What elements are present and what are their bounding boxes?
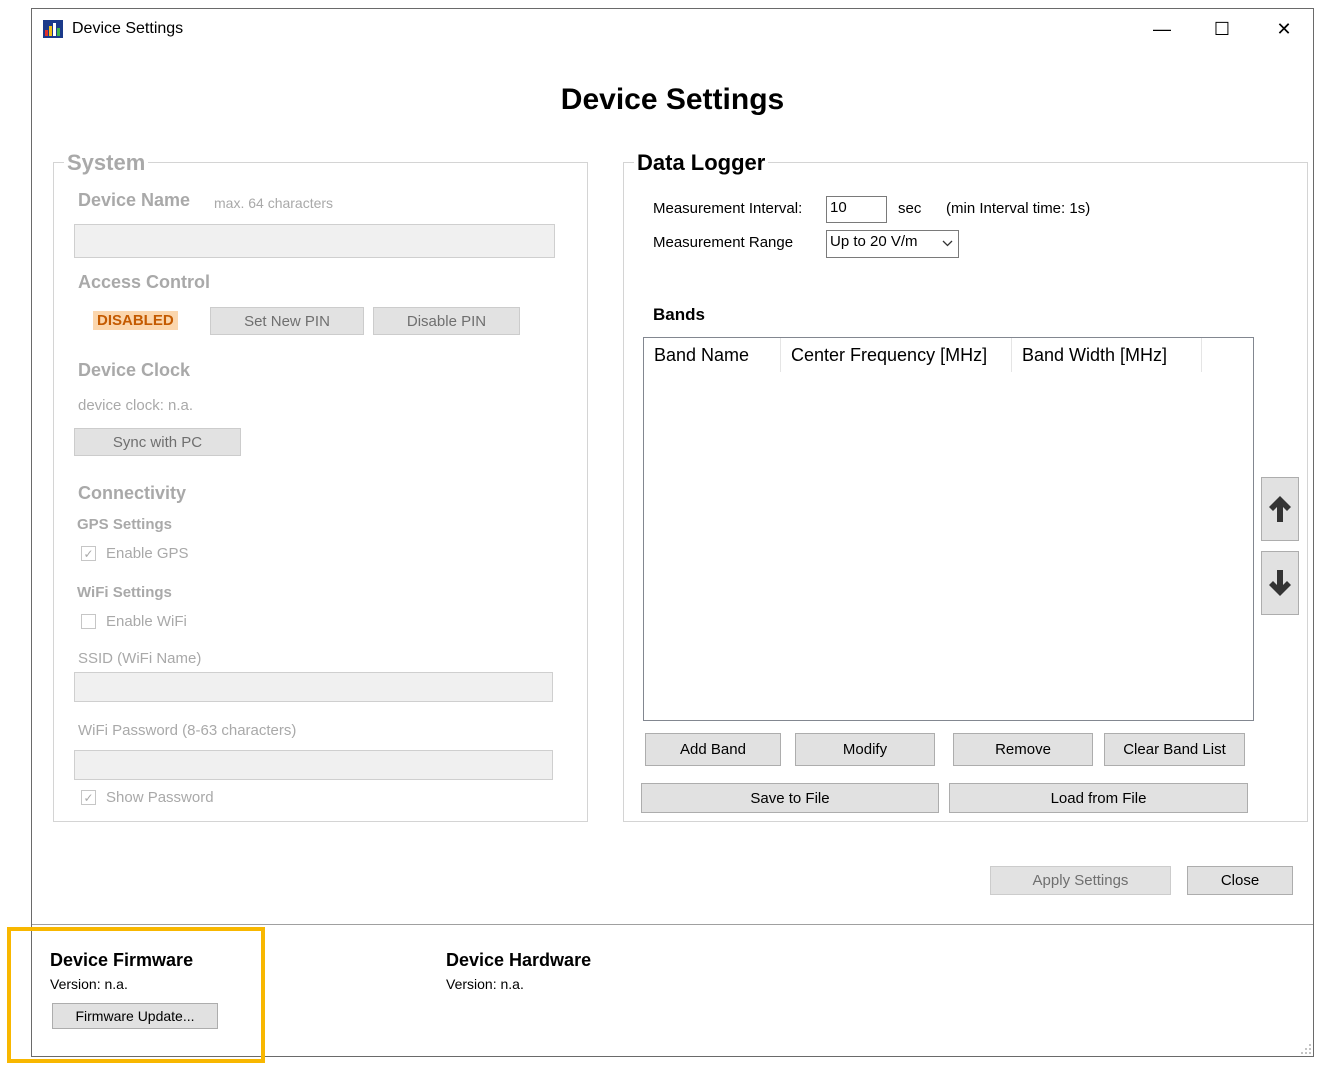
enable-gps-checkbox[interactable]: ✓ [81,546,96,561]
apply-settings-button[interactable]: Apply Settings [990,866,1171,895]
connectivity-label: Connectivity [78,483,187,503]
enable-wifi-checkbox[interactable] [81,614,96,629]
check-icon: ✓ [83,546,94,561]
sync-with-pc-button[interactable]: Sync with PC [74,428,241,456]
device-clock-value: device clock: n.a. [78,397,194,414]
column-header-center-frequency[interactable]: Center Frequency [MHz] [781,338,1012,372]
minimize-button[interactable]: — [1139,13,1185,45]
device-name-input[interactable] [74,224,555,258]
data-logger-legend: Data Logger [634,150,769,176]
firmware-highlight-box [7,927,265,1063]
access-status-badge: DISABLED [93,311,178,330]
measurement-range-label: Measurement Range [653,234,794,251]
footer-separator [32,924,1313,925]
bands-list[interactable]: Band Name Center Frequency [MHz] Band Wi… [643,337,1254,721]
set-new-pin-button[interactable]: Set New PIN [210,307,364,335]
title-bar: Device Settings — ☐ ✕ [32,9,1313,49]
wifi-password-input[interactable] [74,750,553,780]
enable-wifi-label: Enable WiFi [106,613,187,630]
arrow-down-icon [1269,570,1291,596]
add-band-button[interactable]: Add Band [645,733,781,766]
disable-pin-button[interactable]: Disable PIN [373,307,520,335]
device-name-hint: max. 64 characters [214,195,334,211]
bands-label: Bands [653,305,705,324]
move-up-button[interactable] [1261,477,1299,541]
measurement-interval-label: Measurement Interval: [653,200,803,217]
gps-settings-label: GPS Settings [77,516,173,533]
arrow-up-icon [1269,496,1291,522]
modify-button[interactable]: Modify [795,733,935,766]
ssid-label: SSID (WiFi Name) [78,650,202,667]
show-password-checkbox[interactable]: ✓ [81,790,96,805]
hardware-version: Version: n.a. [446,976,524,992]
interval-unit-label: sec [898,200,922,217]
load-from-file-button[interactable]: Load from File [949,783,1248,813]
maximize-button[interactable]: ☐ [1199,13,1245,45]
close-button[interactable]: Close [1187,866,1293,895]
hardware-title: Device Hardware [446,950,592,970]
enable-gps-label: Enable GPS [106,545,189,562]
app-icon [43,20,63,38]
device-settings-window: Device Settings — ☐ ✕ Device Settings Sy… [31,8,1314,1057]
device-clock-label: Device Clock [78,360,191,380]
interval-hint-label: (min Interval time: 1s) [946,200,1091,217]
access-control-label: Access Control [78,272,211,292]
measurement-range-select[interactable]: Up to 20 V/m [826,230,959,258]
ssid-input[interactable] [74,672,553,702]
maximize-icon: ☐ [1213,18,1231,39]
measurement-interval-input[interactable]: 10 [826,196,887,223]
remove-button[interactable]: Remove [953,733,1093,766]
wifi-settings-label: WiFi Settings [77,584,172,601]
move-down-button[interactable] [1261,551,1299,615]
clear-band-list-button[interactable]: Clear Band List [1104,733,1245,766]
wifi-password-label: WiFi Password (8-63 characters) [78,722,297,739]
save-to-file-button[interactable]: Save to File [641,783,939,813]
close-window-button[interactable]: ✕ [1261,13,1307,45]
minimize-icon: — [1153,18,1171,39]
window-title: Device Settings [72,20,184,37]
column-header-band-name[interactable]: Band Name [644,338,781,372]
show-password-label: Show Password [106,789,214,806]
close-icon: ✕ [1276,18,1292,39]
chevron-down-icon [942,240,953,247]
page-title: Device Settings [560,83,785,116]
measurement-range-value: Up to 20 V/m [830,233,918,250]
check-icon: ✓ [83,790,94,805]
system-legend: System [64,150,149,176]
column-header-band-width[interactable]: Band Width [MHz] [1012,338,1202,372]
device-name-label: Device Name [78,190,191,210]
resize-grip-icon[interactable] [1300,1043,1312,1055]
